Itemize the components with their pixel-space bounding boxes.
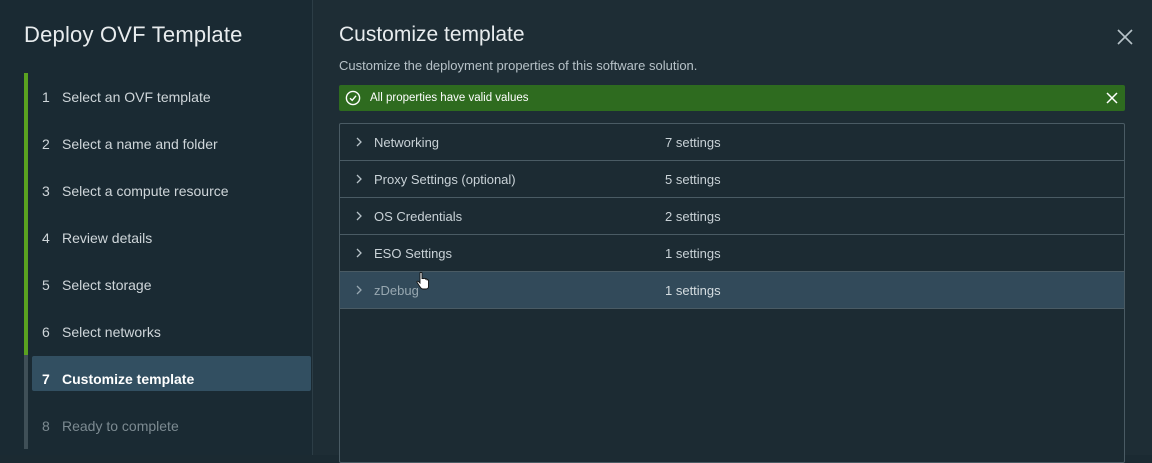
step-label: Select networks xyxy=(62,323,161,340)
step-select-ovf-template[interactable]: 1 Select an OVF template xyxy=(24,73,313,120)
step-label: Ready to complete xyxy=(62,417,179,434)
alert-message: All properties have valid values xyxy=(370,92,529,104)
wizard-sidebar: Deploy OVF Template 1 Select an OVF temp… xyxy=(0,0,313,455)
group-settings-count: 7 settings xyxy=(665,134,721,150)
step-progress-bar xyxy=(24,261,28,308)
step-number: 6 xyxy=(42,323,50,340)
group-name: ESO Settings xyxy=(374,245,453,261)
close-icon[interactable] xyxy=(1115,27,1135,47)
step-label: Select an OVF template xyxy=(62,88,211,105)
group-name: zDebug xyxy=(374,282,419,298)
group-settings-count: 1 settings xyxy=(665,245,721,261)
property-group-networking[interactable]: Networking 7 settings xyxy=(340,124,1124,161)
check-circle-icon xyxy=(345,90,361,106)
step-number: 8 xyxy=(42,417,50,434)
chevron-right-icon[interactable] xyxy=(353,284,365,296)
chevron-right-icon[interactable] xyxy=(353,210,365,222)
step-progress-bar xyxy=(24,402,28,449)
page-subtitle: Customize the deployment properties of t… xyxy=(339,58,698,73)
step-progress-bar xyxy=(24,120,28,167)
step-number: 3 xyxy=(42,182,50,199)
group-settings-count: 2 settings xyxy=(665,208,721,224)
step-progress-bar xyxy=(24,73,28,120)
property-group-os-credentials[interactable]: OS Credentials 2 settings xyxy=(340,198,1124,235)
group-name: Proxy Settings (optional) xyxy=(374,171,516,187)
group-name: Networking xyxy=(374,134,440,150)
step-select-name-folder[interactable]: 2 Select a name and folder xyxy=(24,120,313,167)
wizard-title: Deploy OVF Template xyxy=(24,22,243,47)
step-number: 5 xyxy=(42,276,50,293)
step-label: Select storage xyxy=(62,276,152,293)
step-number: 1 xyxy=(42,88,50,105)
step-progress-bar xyxy=(24,355,28,402)
properties-datagrid: Networking 7 settings Proxy Settings (op… xyxy=(339,123,1125,463)
step-label: Customize template xyxy=(62,370,195,387)
chevron-right-icon[interactable] xyxy=(353,136,365,148)
step-customize-template[interactable]: 7 Customize template xyxy=(24,355,313,402)
group-settings-count: 1 settings xyxy=(665,282,721,298)
step-review-details[interactable]: 4 Review details xyxy=(24,214,313,261)
step-label: Select a name and folder xyxy=(62,135,218,152)
property-group-eso-settings[interactable]: ESO Settings 1 settings xyxy=(340,235,1124,272)
step-ready-to-complete: 8 Ready to complete xyxy=(24,402,313,449)
step-progress-bar xyxy=(24,308,28,355)
step-number: 4 xyxy=(42,229,50,246)
chevron-right-icon[interactable] xyxy=(353,173,365,185)
step-select-storage[interactable]: 5 Select storage xyxy=(24,261,313,308)
step-number: 2 xyxy=(42,135,50,152)
step-label: Select a compute resource xyxy=(62,182,229,199)
step-select-networks[interactable]: 6 Select networks xyxy=(24,308,313,355)
wizard-content: Customize template Customize the deploym… xyxy=(313,0,1152,463)
step-label: Review details xyxy=(62,229,153,246)
step-number: 7 xyxy=(42,370,50,387)
page-title: Customize template xyxy=(339,23,525,46)
step-select-compute-resource[interactable]: 3 Select a compute resource xyxy=(24,167,313,214)
property-group-proxy-settings[interactable]: Proxy Settings (optional) 5 settings xyxy=(340,161,1124,198)
property-group-zdebug[interactable]: zDebug 1 settings xyxy=(340,272,1124,309)
wizard-steps: 1 Select an OVF template 2 Select a name… xyxy=(24,73,313,449)
deploy-ovf-dialog: Deploy OVF Template 1 Select an OVF temp… xyxy=(0,0,1152,463)
step-progress-bar xyxy=(24,214,28,261)
group-name: OS Credentials xyxy=(374,208,463,224)
chevron-right-icon[interactable] xyxy=(353,247,365,259)
success-alert: All properties have valid values xyxy=(339,85,1125,111)
step-progress-bar xyxy=(24,167,28,214)
alert-close-icon[interactable] xyxy=(1105,91,1119,105)
group-settings-count: 5 settings xyxy=(665,171,721,187)
